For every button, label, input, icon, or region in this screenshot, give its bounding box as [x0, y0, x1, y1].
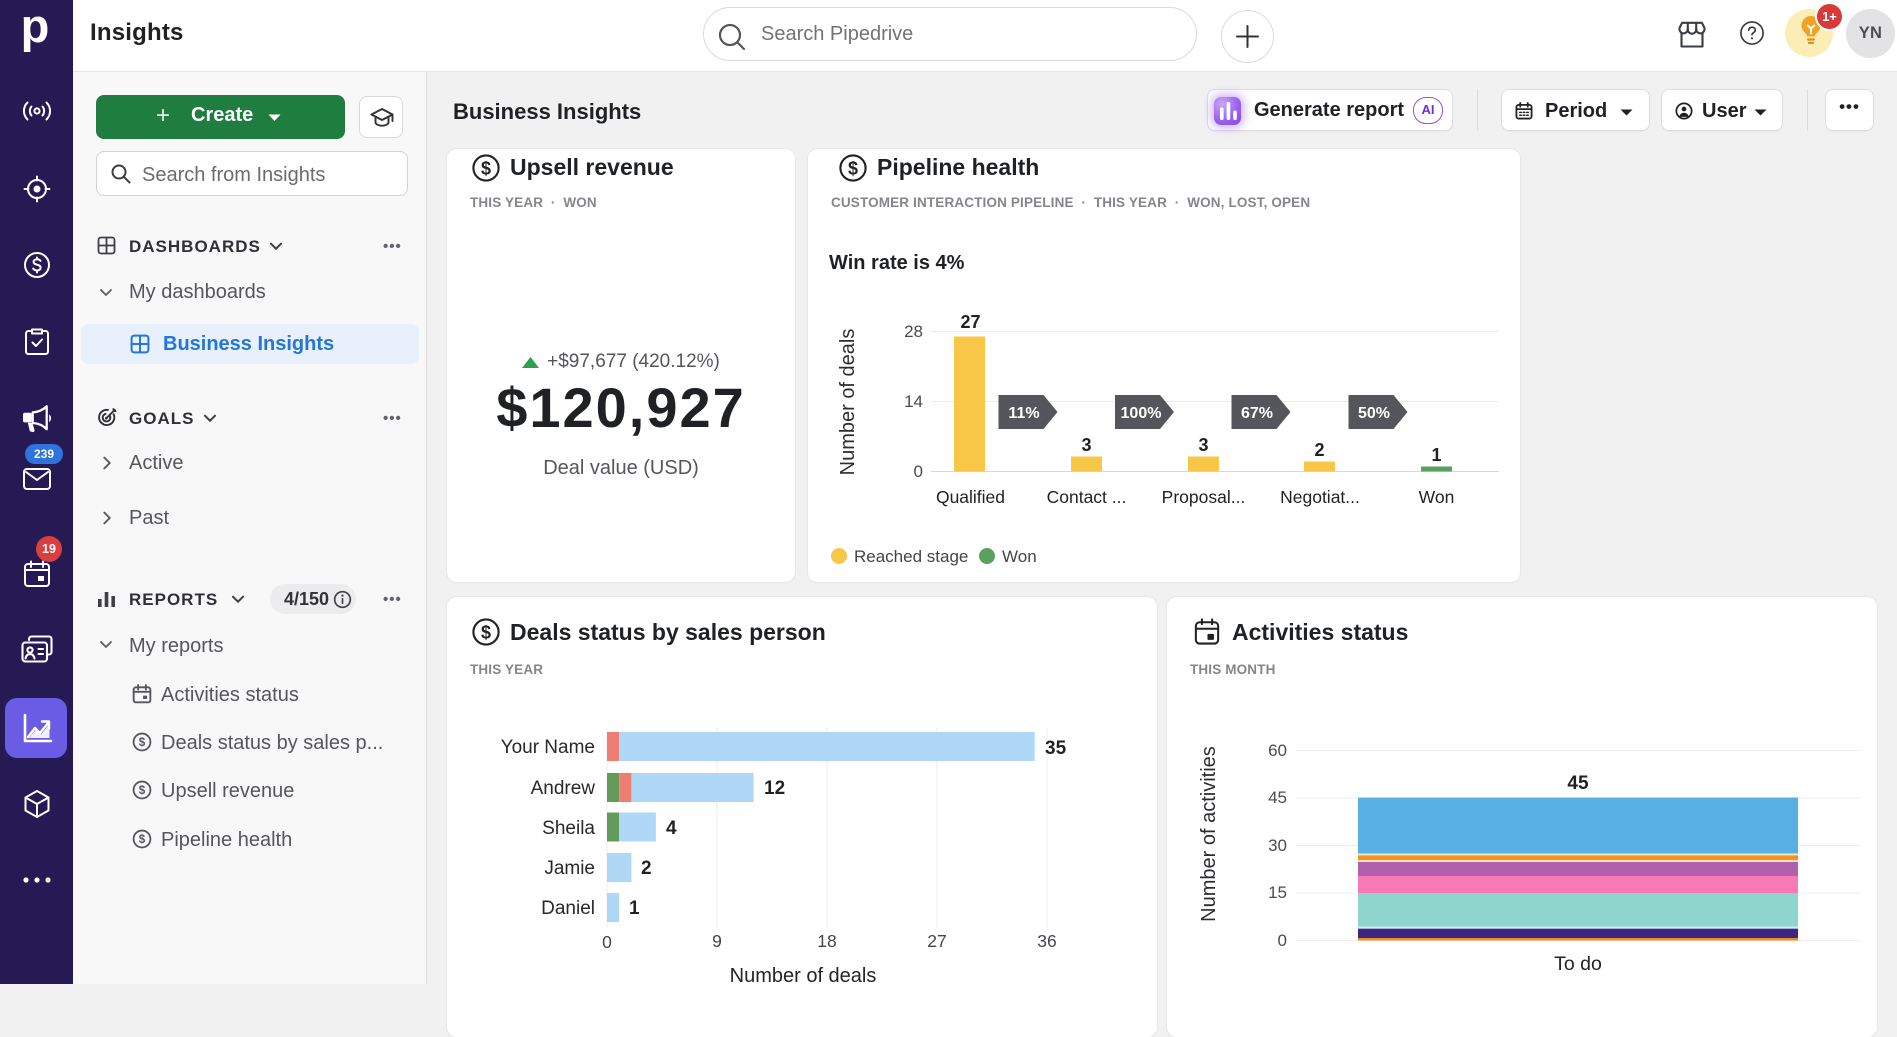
svg-text:11%: 11%	[1008, 405, 1039, 422]
svg-text:Daniel: Daniel	[541, 898, 595, 919]
svg-text:36: 36	[1037, 931, 1056, 951]
svg-text:2: 2	[641, 858, 652, 879]
svg-text:Won: Won	[1419, 487, 1455, 507]
svg-text:Contact ...: Contact ...	[1047, 487, 1127, 507]
svg-text:45: 45	[1567, 773, 1589, 794]
svg-text:0: 0	[602, 932, 612, 952]
svg-text:27: 27	[960, 312, 980, 332]
svg-text:50%: 50%	[1358, 405, 1390, 422]
svg-text:9: 9	[712, 931, 722, 951]
svg-text:12: 12	[764, 778, 785, 799]
svg-text:0: 0	[1278, 931, 1287, 950]
svg-text:Number of deals: Number of deals	[837, 329, 859, 476]
svg-text:18: 18	[817, 931, 836, 951]
svg-text:3: 3	[1081, 435, 1091, 455]
svg-text:$: $	[139, 737, 146, 749]
svg-text:Negotiat...: Negotiat...	[1280, 487, 1360, 507]
svg-text:14: 14	[904, 392, 923, 411]
svg-text:Andrew: Andrew	[531, 778, 596, 799]
svg-text:To do: To do	[1554, 953, 1602, 975]
svg-text:$: $	[139, 785, 146, 797]
svg-text:0: 0	[914, 462, 923, 481]
svg-text:27: 27	[927, 931, 946, 951]
svg-text:Your Name: Your Name	[501, 737, 595, 758]
svg-text:35: 35	[1045, 738, 1067, 759]
svg-text:1: 1	[1431, 445, 1441, 465]
svg-text:Won: Won	[1002, 547, 1037, 566]
svg-text:15: 15	[1268, 883, 1287, 902]
svg-text:45: 45	[1268, 788, 1287, 807]
svg-text:3: 3	[1198, 435, 1208, 455]
svg-text:$: $	[481, 159, 491, 179]
svg-text:p: p	[20, 8, 49, 52]
svg-text:$: $	[139, 834, 146, 846]
svg-text:Number of activities: Number of activities	[1198, 746, 1220, 922]
svg-text:30: 30	[1268, 836, 1287, 855]
svg-text:28: 28	[904, 322, 923, 341]
svg-text:100%: 100%	[1121, 405, 1162, 422]
svg-text:4: 4	[666, 818, 677, 839]
svg-text:2: 2	[1314, 440, 1324, 460]
svg-text:Sheila: Sheila	[542, 818, 595, 839]
svg-text:60: 60	[1268, 741, 1287, 760]
svg-text:67%: 67%	[1241, 405, 1273, 422]
svg-text:Qualified: Qualified	[936, 487, 1005, 507]
svg-text:Jamie: Jamie	[544, 858, 595, 879]
svg-text:1: 1	[629, 898, 640, 919]
svg-text:Reached stage: Reached stage	[854, 547, 968, 566]
svg-text:Proposal...: Proposal...	[1162, 487, 1246, 507]
